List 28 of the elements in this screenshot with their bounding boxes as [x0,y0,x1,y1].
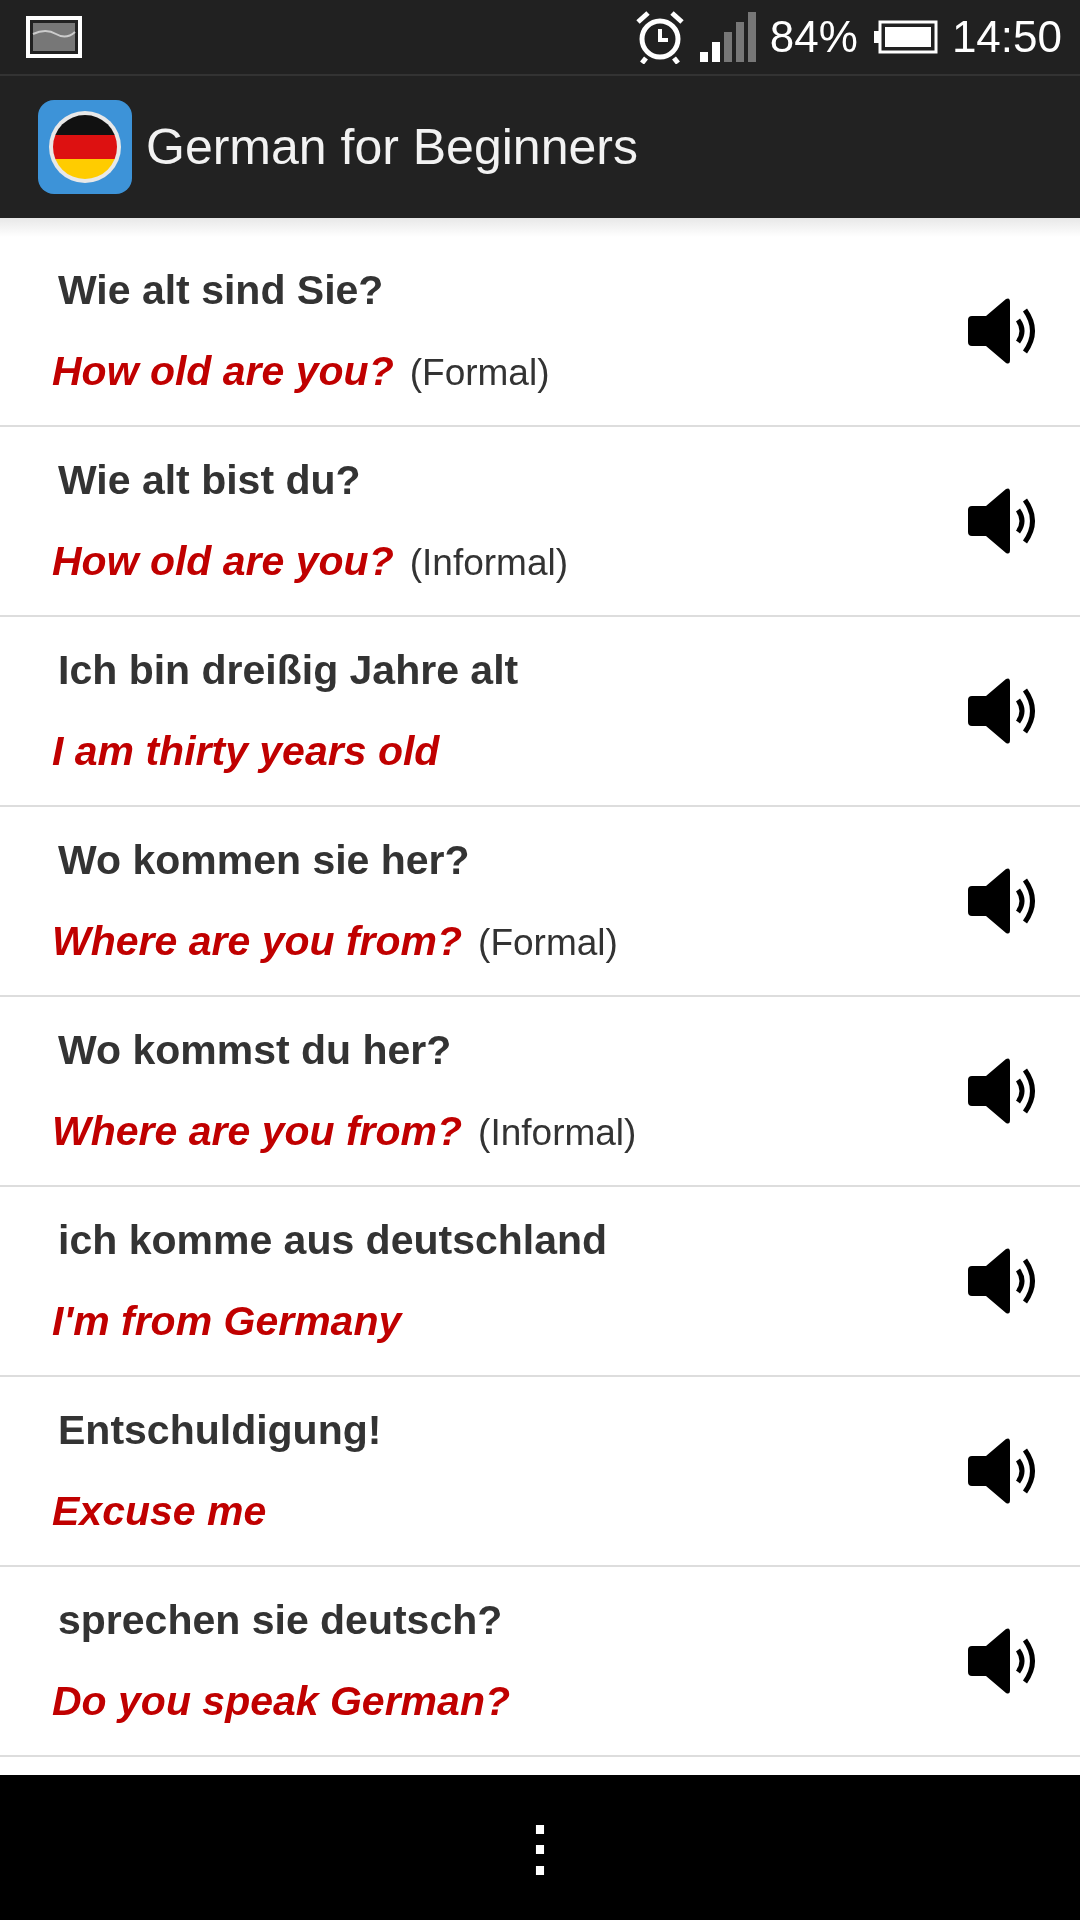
formality-note: (Formal) [409,352,550,394]
english-translation: Where are you from? [52,1108,463,1155]
battery-percent: 84% [769,12,858,62]
english-translation: I'm from Germany [52,1298,402,1345]
menu-button[interactable]: ⋮ [490,1812,590,1883]
signal-icon [699,12,756,62]
clock-time: 14:50 [951,12,1062,62]
german-phrase: Entschuldigung! [57,1407,383,1454]
formality-note: (Formal) [478,922,618,964]
english-translation: Where are you from? [52,918,463,965]
app-title: German for Beginners [146,118,638,176]
battery-icon [871,20,938,54]
english-translation: Excuse me [52,1488,267,1535]
english-translation: I am thirty years old [52,728,440,775]
picture-notification-icon [26,16,82,58]
german-phrase: sprechen sie deutsch? [57,1597,504,1644]
german-phrase: Wie alt sind Sie? [57,267,385,314]
english-translation: Do you speak German? [52,1678,510,1725]
german-phrase: ich komme aus deutschland [57,1217,609,1264]
formality-note: (Informal) [478,1112,637,1154]
german-flag-app-icon [38,100,132,194]
english-translation: How old are you? [52,348,394,395]
german-phrase: Wo kommst du her? [57,1027,453,1074]
german-phrase: Wie alt bist du? [57,457,362,504]
german-phrase: Ich bin dreißig Jahre alt [57,647,520,694]
formality-note: (Informal) [409,542,568,584]
english-translation: How old are you? [52,538,394,585]
german-phrase: Wo kommen sie her? [57,837,471,884]
